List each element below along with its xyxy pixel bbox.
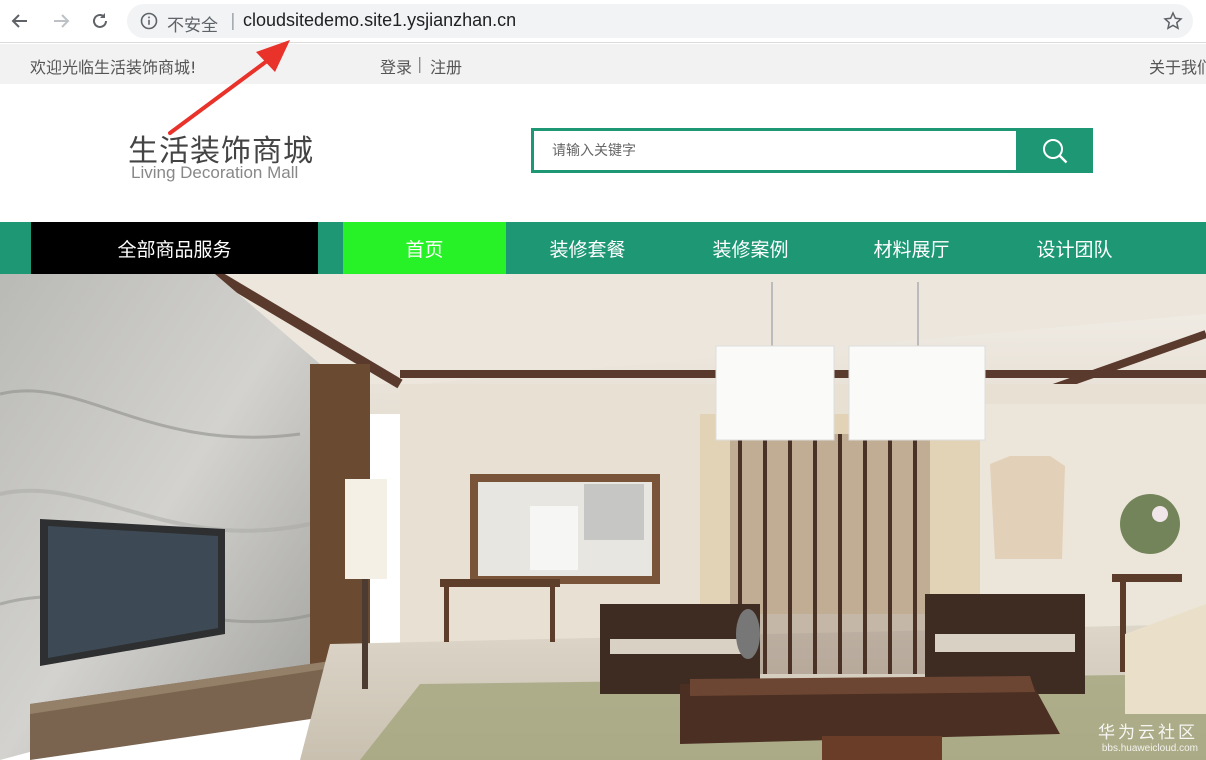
search-box — [531, 128, 1019, 173]
search-icon — [1043, 138, 1068, 163]
back-arrow-icon[interactable] — [7, 8, 33, 34]
hero-banner[interactable]: 华为云社区 bbs.huaweicloud.com — [0, 274, 1206, 760]
forward-arrow-icon[interactable] — [48, 8, 74, 34]
reload-icon[interactable] — [87, 8, 113, 34]
browser-toolbar: 不安全 | cloudsitedemo.site1.ysjianzhan.cn — [0, 0, 1206, 43]
all-goods-menu[interactable]: 全部商品服务 — [31, 222, 318, 274]
search-input[interactable] — [534, 131, 1016, 170]
info-icon[interactable] — [140, 12, 158, 30]
nav-item-design-team[interactable]: 设计团队 — [993, 222, 1156, 274]
address-separator: | — [230, 11, 236, 31]
main-nav: 全部商品服务 首页 装修套餐 装修案例 材料展厅 设计团队 — [0, 222, 1206, 274]
watermark-main: 华为云社区 — [1098, 723, 1198, 743]
nav-item-home[interactable]: 首页 — [343, 222, 506, 274]
about-link[interactable]: 关于我们 — [1149, 54, 1206, 78]
login-link[interactable]: 登录 — [380, 54, 412, 78]
welcome-text: 欢迎光临生活装饰商城! — [30, 58, 197, 77]
star-icon[interactable] — [1163, 11, 1183, 31]
site-topbar: 欢迎光临生活装饰商城! 登录 | 注册 关于我们 — [0, 44, 1206, 84]
search-button[interactable] — [1017, 128, 1093, 173]
watermark: 华为云社区 bbs.huaweicloud.com — [1098, 718, 1198, 754]
living-room-image — [0, 274, 1206, 760]
nav-item-packages[interactable]: 装修套餐 — [506, 222, 669, 274]
security-label: 不安全 — [167, 16, 218, 36]
watermark-sub: bbs.huaweicloud.com — [1101, 743, 1198, 754]
address-bar[interactable]: 不安全 | cloudsitedemo.site1.ysjianzhan.cn — [127, 4, 1193, 38]
url-text[interactable]: cloudsitedemo.site1.ysjianzhan.cn — [243, 10, 516, 31]
nav-item-showroom[interactable]: 材料展厅 — [830, 222, 993, 274]
login-separator: | — [417, 54, 423, 73]
site-logo-subtitle: Living Decoration Mall — [131, 163, 299, 182]
nav-item-cases[interactable]: 装修案例 — [669, 222, 832, 274]
register-link[interactable]: 注册 — [430, 54, 462, 78]
